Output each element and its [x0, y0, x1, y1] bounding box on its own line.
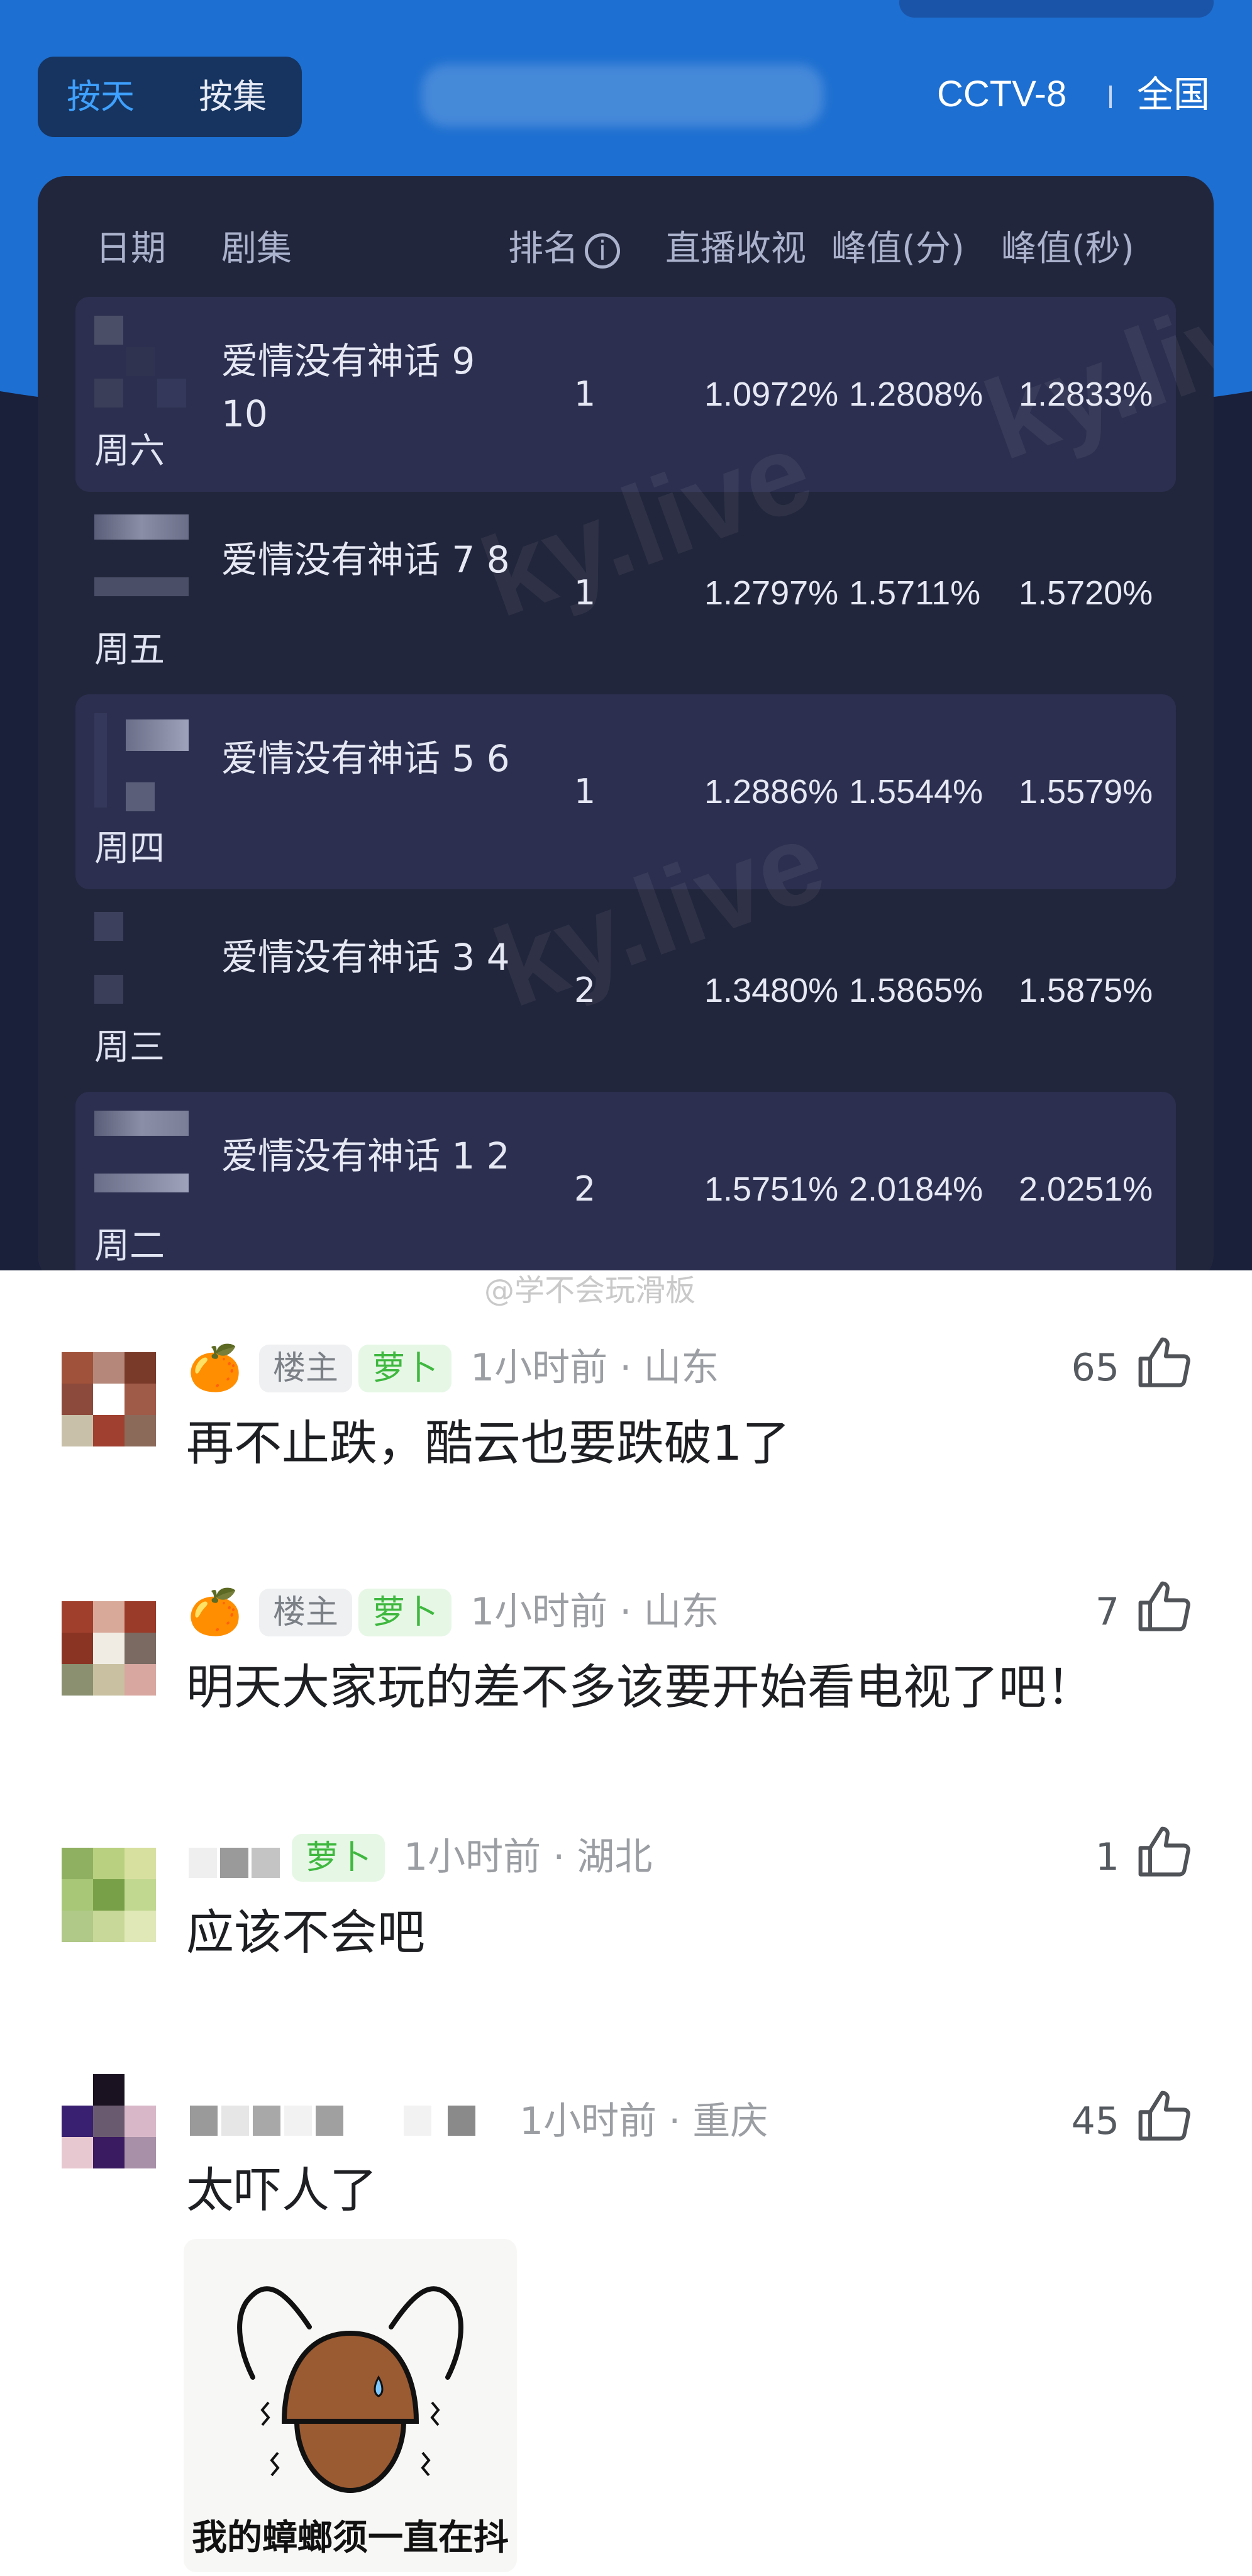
header-live: 直播收视	[665, 228, 806, 269]
row-peak-min: 2.0184%	[849, 1170, 983, 1208]
toggle-by-episode[interactable]: 按集	[170, 57, 296, 137]
thumbs-up-icon[interactable]	[1136, 2088, 1194, 2146]
channel-divider	[1109, 86, 1112, 108]
owner-badge: 楼主	[259, 1345, 353, 1392]
row-title: 爱情没有神话 5 6	[221, 737, 510, 780]
row-weekday: 周二	[94, 1226, 165, 1267]
blurred-username	[189, 1848, 280, 1878]
row-peak-sec: 2.0251%	[1019, 1170, 1153, 1208]
header-rank: 排名 i	[508, 218, 620, 280]
weibo-watermark: @学不会玩滑板	[484, 1273, 696, 1308]
comment-meta: 1小时前 · 重庆	[519, 2099, 768, 2143]
avatar[interactable]	[62, 2074, 156, 2181]
sticker-image[interactable]: 我的蟑螂须一直在抖	[184, 2239, 517, 2572]
channel-label[interactable]: CCTV-8	[937, 63, 1066, 126]
cockroach-icon	[237, 2286, 463, 2494]
row-peak-min: 1.5544%	[849, 773, 983, 811]
avatar[interactable]	[62, 1352, 156, 1446]
watermark: ky.live	[969, 250, 1214, 484]
row-live: 1.2797%	[704, 574, 839, 612]
sticker-caption: 我的蟑螂须一直在抖	[192, 2518, 509, 2558]
like-count: 65	[1071, 1346, 1119, 1390]
row-live: 1.0972%	[704, 375, 839, 413]
row-weekday: 周三	[94, 1027, 165, 1068]
row-live: 1.3480%	[704, 972, 839, 1009]
row-rank: 1	[573, 772, 596, 811]
comment-text: 明天大家玩的差不多该要开始看电视了吧！	[186, 1659, 1094, 1715]
comment-item[interactable]: 🍊 楼主 萝卜 1小时前 · 山东 7 明天大家玩的差不多该要开始看电视了吧！	[0, 1581, 1252, 1772]
date-mosaic	[94, 912, 189, 1006]
info-icon[interactable]: i	[585, 233, 620, 269]
comment-meta: 1小时前 · 湖北	[404, 1835, 653, 1879]
region-label[interactable]: 全国	[1137, 63, 1210, 126]
header-peak-sec: 峰值(秒)	[1001, 228, 1134, 269]
like-count: 7	[1095, 1590, 1119, 1634]
toggle-by-day[interactable]: 按天	[38, 57, 163, 137]
comment-item[interactable]: 🍊 楼主 萝卜 1小时前 · 山东 65 再不止跌，酷云也要跌破1了	[0, 1337, 1252, 1528]
ratings-table: 日期 剧集 排名 i 直播收视 峰值(分) 峰值(秒) 周六 爱情没有神话 9 1…	[38, 176, 1214, 1270]
comment-text: 再不止跌，酷云也要跌破1了	[186, 1415, 790, 1471]
thumbs-up-icon[interactable]	[1136, 1579, 1194, 1636]
date-mosaic	[94, 316, 189, 410]
blurred-username	[190, 2106, 479, 2136]
row-weekday: 周六	[94, 431, 165, 472]
orange-icon: 🍊	[187, 1342, 243, 1394]
thumbs-up-icon[interactable]	[1136, 1335, 1194, 1392]
date-mosaic	[94, 1111, 189, 1205]
avatar[interactable]	[62, 1848, 156, 1942]
row-peak-min: 1.2808%	[849, 375, 983, 413]
row-weekday: 周五	[94, 630, 165, 670]
row-live: 1.5751%	[704, 1170, 839, 1208]
row-rank: 2	[573, 1169, 596, 1209]
date-mosaic	[94, 514, 189, 609]
like-count: 45	[1071, 2099, 1119, 2143]
row-peak-sec: 1.5875%	[1019, 972, 1153, 1009]
comment-meta: 1小时前 · 山东	[470, 1590, 719, 1634]
comment-text: 应该不会吧	[186, 1904, 425, 1960]
top-pill	[899, 0, 1214, 18]
ratings-screenshot: 按天 按集 CCTV-8 全国 日期 剧集 排名 i 直播收视 峰值(分) 峰值(…	[0, 0, 1252, 1270]
row-title: 爱情没有神话 9 10	[221, 340, 475, 435]
view-toggle: 按天 按集	[38, 57, 302, 137]
comment-item[interactable]: 萝卜 1小时前 · 湖北 1 应该不会吧	[0, 1826, 1252, 2018]
level-badge: 萝卜	[358, 1589, 452, 1636]
level-badge: 萝卜	[358, 1345, 452, 1392]
row-peak-sec: 1.5579%	[1019, 773, 1153, 811]
row-peak-min: 1.5865%	[849, 972, 983, 1009]
comment-meta: 1小时前 · 山东	[470, 1346, 719, 1390]
date-mosaic	[94, 713, 189, 811]
level-badge: 萝卜	[292, 1834, 385, 1882]
row-peak-min: 1.5711%	[849, 574, 981, 612]
thumbs-up-icon[interactable]	[1136, 1824, 1194, 1882]
comment-text: 太吓人了	[186, 2162, 377, 2218]
orange-icon: 🍊	[187, 1586, 243, 1638]
table-row[interactable]: 周二 爱情没有神话 1 2 2 1.5751% 2.0184% 2.0251%	[75, 1092, 1176, 1270]
avatar[interactable]	[62, 1601, 156, 1696]
header-rank-label: 排名	[508, 228, 579, 269]
like-count: 1	[1095, 1835, 1119, 1879]
row-rank: 1	[573, 374, 596, 414]
blurred-title	[421, 64, 824, 127]
row-title: 爱情没有神话 3 4	[221, 936, 510, 979]
row-weekday: 周四	[94, 828, 165, 869]
header-date: 日期	[96, 228, 166, 269]
row-title: 爱情没有神话 1 2	[221, 1135, 510, 1177]
header-peak-min: 峰值(分)	[831, 228, 965, 269]
owner-badge: 楼主	[259, 1589, 353, 1636]
header-episode: 剧集	[221, 228, 292, 269]
row-peak-sec: 1.5720%	[1019, 574, 1153, 612]
